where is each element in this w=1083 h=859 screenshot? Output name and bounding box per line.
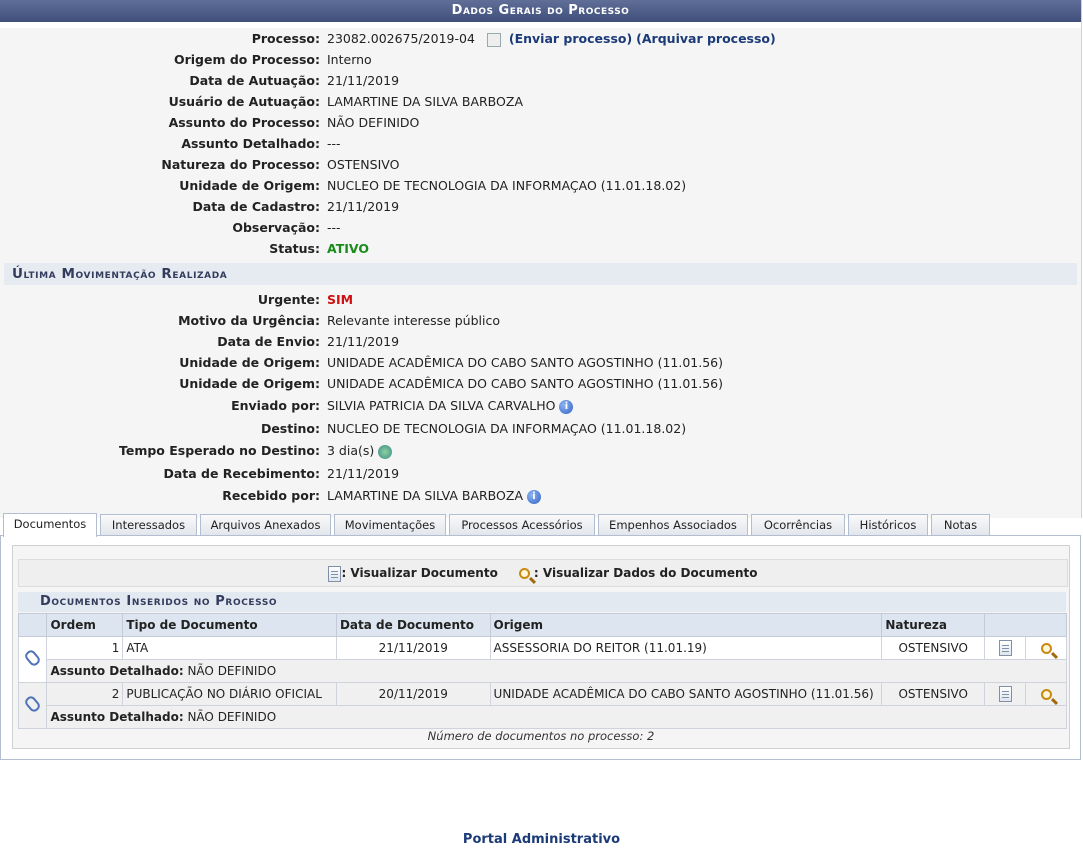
tab-documentos[interactable]: Documentos: [3, 513, 97, 537]
table-header: Ordem Tipo de Documento Data de Document…: [17, 613, 1067, 637]
clock-icon[interactable]: [378, 444, 393, 459]
view-document-icon[interactable]: [998, 686, 1012, 702]
documentos-table: Ordem Tipo de Documento Data de Document…: [17, 613, 1067, 729]
document-count: Número de documentos no processo: 2: [427, 729, 655, 743]
tab-processos-acessorios[interactable]: Processos Acessórios: [449, 514, 595, 535]
info-icon[interactable]: i: [559, 399, 574, 414]
tab-ocorrencias[interactable]: Ocorrências: [751, 514, 845, 535]
table-row[interactable]: 2 PUBLICAÇÃO NO DIÁRIO OFICIAL 20/11/201…: [17, 682, 1067, 729]
process-number: 23082.002675/2019-04: [327, 31, 475, 46]
field-enviado-por: Enviado por: SILVIA PATRICIA DA SILVA CAR…: [0, 394, 1081, 418]
table-row[interactable]: 1 ATA 21/11/2019 ASSESSORIA DO REITOR (1…: [17, 636, 1067, 683]
field-unidade-origem: Unidade de Origem: NUCLEO DE TECNOLOGIA D…: [179, 178, 687, 193]
process-fields: Processo: 23082.002675/2019-04 (Enviar p…: [0, 28, 1081, 259]
magnifier-icon: [518, 568, 530, 579]
tab-content: : Visualizar Documento : Visualizar Dado…: [0, 535, 1081, 760]
field-recebido-por: Recebido por: LAMARTINE DA SILVA BARBOZA i: [0, 484, 1081, 508]
tab-historicos[interactable]: Históricos: [848, 514, 928, 535]
field-data-envio: Data de Envio: 21/11/2019: [217, 334, 400, 349]
field-origem: Origem do Processo: Interno: [173, 52, 372, 67]
view-document-icon[interactable]: [998, 640, 1012, 656]
print-icon[interactable]: [486, 32, 501, 47]
document-icon: [328, 565, 342, 582]
view-document-data-icon[interactable]: [1040, 689, 1052, 700]
movimentacao-title: Última Movimentação Realizada: [4, 263, 1077, 285]
tab-notas[interactable]: Notas: [931, 514, 990, 535]
view-document-data-icon[interactable]: [1040, 643, 1052, 654]
info-icon[interactable]: i: [527, 489, 541, 504]
field-observacao: Observação: ---: [232, 220, 341, 235]
portal-administrativo-link[interactable]: Portal Administrativo: [0, 832, 1083, 847]
field-data-recebimento: Data de Recebimento: 21/11/2019: [163, 466, 400, 481]
field-data-cadastro: Data de Cadastro: 21/11/2019: [192, 199, 400, 214]
field-data-autuacao: Data de Autuação: 21/11/2019: [189, 73, 400, 88]
field-motivo-urgencia: Motivo da Urgência: Relevante interesse p…: [178, 313, 501, 328]
documentos-panel: : Visualizar Documento : Visualizar Dado…: [12, 545, 1070, 749]
field-usuario-autuacao: Usuário de Autuação: LAMARTINE DA SILVA B…: [168, 94, 523, 109]
attachment-icon[interactable]: [23, 648, 43, 668]
documentos-title: Documentos Inseridos no Processo: [18, 592, 1066, 612]
field-status: Status: ATIVO: [0, 238, 1081, 259]
field-tempo-esperado: Tempo Esperado no Destino: 3 dia(s): [0, 439, 1081, 463]
table-row-assunto: Assunto Detalhado: NÃO DEFINIDO: [19, 659, 1067, 683]
arquivar-processo-link[interactable]: (Arquivar processo): [636, 31, 776, 46]
table-row-assunto: Assunto Detalhado: NÃO DEFINIDO: [19, 705, 1067, 729]
legend: : Visualizar Documento : Visualizar Dado…: [18, 559, 1068, 587]
status-badge: ATIVO: [327, 241, 369, 256]
enviar-processo-link[interactable]: (Enviar processo): [509, 31, 632, 46]
field-assunto-detalhado: Assunto Detalhado: ---: [181, 136, 341, 151]
movimentacao-fields: Urgente: SIM Motivo da Urgência: Relevante…: [0, 289, 1081, 508]
field-natureza: Natureza do Processo: OSTENSIVO: [161, 157, 400, 172]
attachment-icon[interactable]: [23, 694, 43, 714]
process-panel: Dados Gerais do Processo Processo: 23082…: [0, 0, 1082, 518]
tab-movimentacoes[interactable]: Movimentações: [334, 514, 446, 535]
field-assunto: Assunto do Processo: NÃO DEFINIDO: [168, 115, 420, 130]
tab-arquivos-anexados[interactable]: Arquivos Anexados: [200, 514, 331, 535]
panel-body: Processo: 23082.002675/2019-04 (Enviar p…: [0, 28, 1081, 518]
field-unidade-origem-2: Unidade de Origem: UNIDADE ACADÊMICA DO C…: [179, 376, 723, 391]
field-unidade-origem-1: Unidade de Origem: UNIDADE ACADÊMICA DO C…: [179, 355, 723, 370]
field-destino: Destino: NUCLEO DE TECNOLOGIA DA INFORMAÇ…: [260, 421, 687, 436]
field-urgente: Urgente: SIM: [257, 292, 354, 307]
field-processo: Processo: 23082.002675/2019-04 (Enviar p…: [251, 31, 776, 47]
panel-title: Dados Gerais do Processo: [0, 0, 1081, 22]
tab-empenhos-associados[interactable]: Empenhos Associados: [598, 514, 748, 535]
tab-bar: Documentos Interessados Arquivos Anexado…: [0, 512, 1081, 537]
tab-interessados[interactable]: Interessados: [100, 514, 197, 535]
